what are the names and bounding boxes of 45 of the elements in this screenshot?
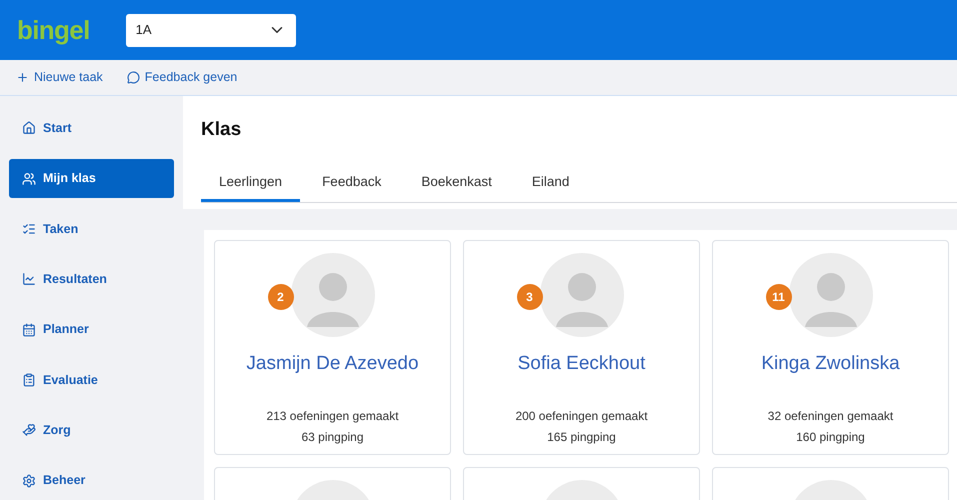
student-name[interactable]: Sofia Eeckhout	[518, 350, 646, 378]
clipboard-icon	[22, 373, 36, 388]
avatar-icon	[540, 253, 624, 337]
home-icon	[22, 121, 36, 136]
tab[interactable]: Eiland	[514, 166, 588, 202]
sidebar-item[interactable]: Start	[9, 109, 174, 148]
plus-icon	[16, 71, 29, 84]
exercises-count: 213 oefeningen gemaakt	[266, 408, 399, 424]
student-card[interactable]: 2 Jasmijn De Azevedo 213 oefeningen gemaakt 63 pingping	[214, 240, 451, 455]
student-card[interactable]: 11 Kinga Zwolinska 32 oefeningen gemaakt 160 pingping	[712, 240, 949, 455]
avatar-icon	[290, 253, 374, 337]
hand-heart-icon	[22, 423, 36, 438]
pingping-count: 63 pingping	[301, 428, 364, 446]
calendar-icon	[22, 322, 36, 337]
users-icon	[22, 172, 36, 186]
settings-icon	[22, 474, 36, 488]
class-select[interactable]: 1A	[126, 14, 296, 46]
student-card[interactable]: 3 Sofia Eeckhout 200 oefeningen gemaakt 165 pingping	[463, 240, 700, 455]
sidebar-item[interactable]: Beheer	[9, 462, 174, 500]
sidebar-item[interactable]: Mijn klas	[9, 159, 174, 198]
sidebar-item[interactable]: Planner	[9, 310, 174, 349]
tab[interactable]: Leerlingen	[201, 166, 300, 202]
page-title: Klas	[201, 118, 242, 142]
pingping-count: 160 pingping	[796, 428, 865, 446]
speech-bubble-icon	[126, 71, 140, 84]
exercises-count: 32 oefeningen gemaakt	[768, 408, 894, 424]
sidebar-item[interactable]: Resultaten	[9, 260, 174, 298]
toolbar-button[interactable]: Nieuwe taak	[16, 68, 103, 87]
tab[interactable]: Feedback	[304, 166, 400, 202]
toolbar-button[interactable]: Feedback geven	[126, 68, 238, 87]
sidebar-item[interactable]: Zorg	[9, 411, 174, 450]
number-badge: 2	[268, 284, 294, 310]
number-badge: 3	[516, 284, 542, 310]
exercises-count: 200 oefeningen gemaakt	[515, 408, 648, 424]
sidebar-item[interactable]: Evaluatie	[9, 360, 174, 400]
number-badge: 11	[766, 284, 792, 310]
student-name[interactable]: Jasmijn De Azevedo	[246, 350, 419, 378]
pingping-count: 165 pingping	[547, 428, 616, 446]
student-name[interactable]: Kinga Zwolinska	[761, 350, 900, 378]
tab[interactable]: Boekenkast	[403, 166, 510, 202]
avatar-icon	[788, 253, 872, 337]
sidebar-item[interactable]: Taken	[9, 210, 174, 248]
checklist-icon	[22, 222, 36, 236]
line-chart-icon	[22, 272, 36, 286]
select-value: 1A	[136, 21, 152, 40]
